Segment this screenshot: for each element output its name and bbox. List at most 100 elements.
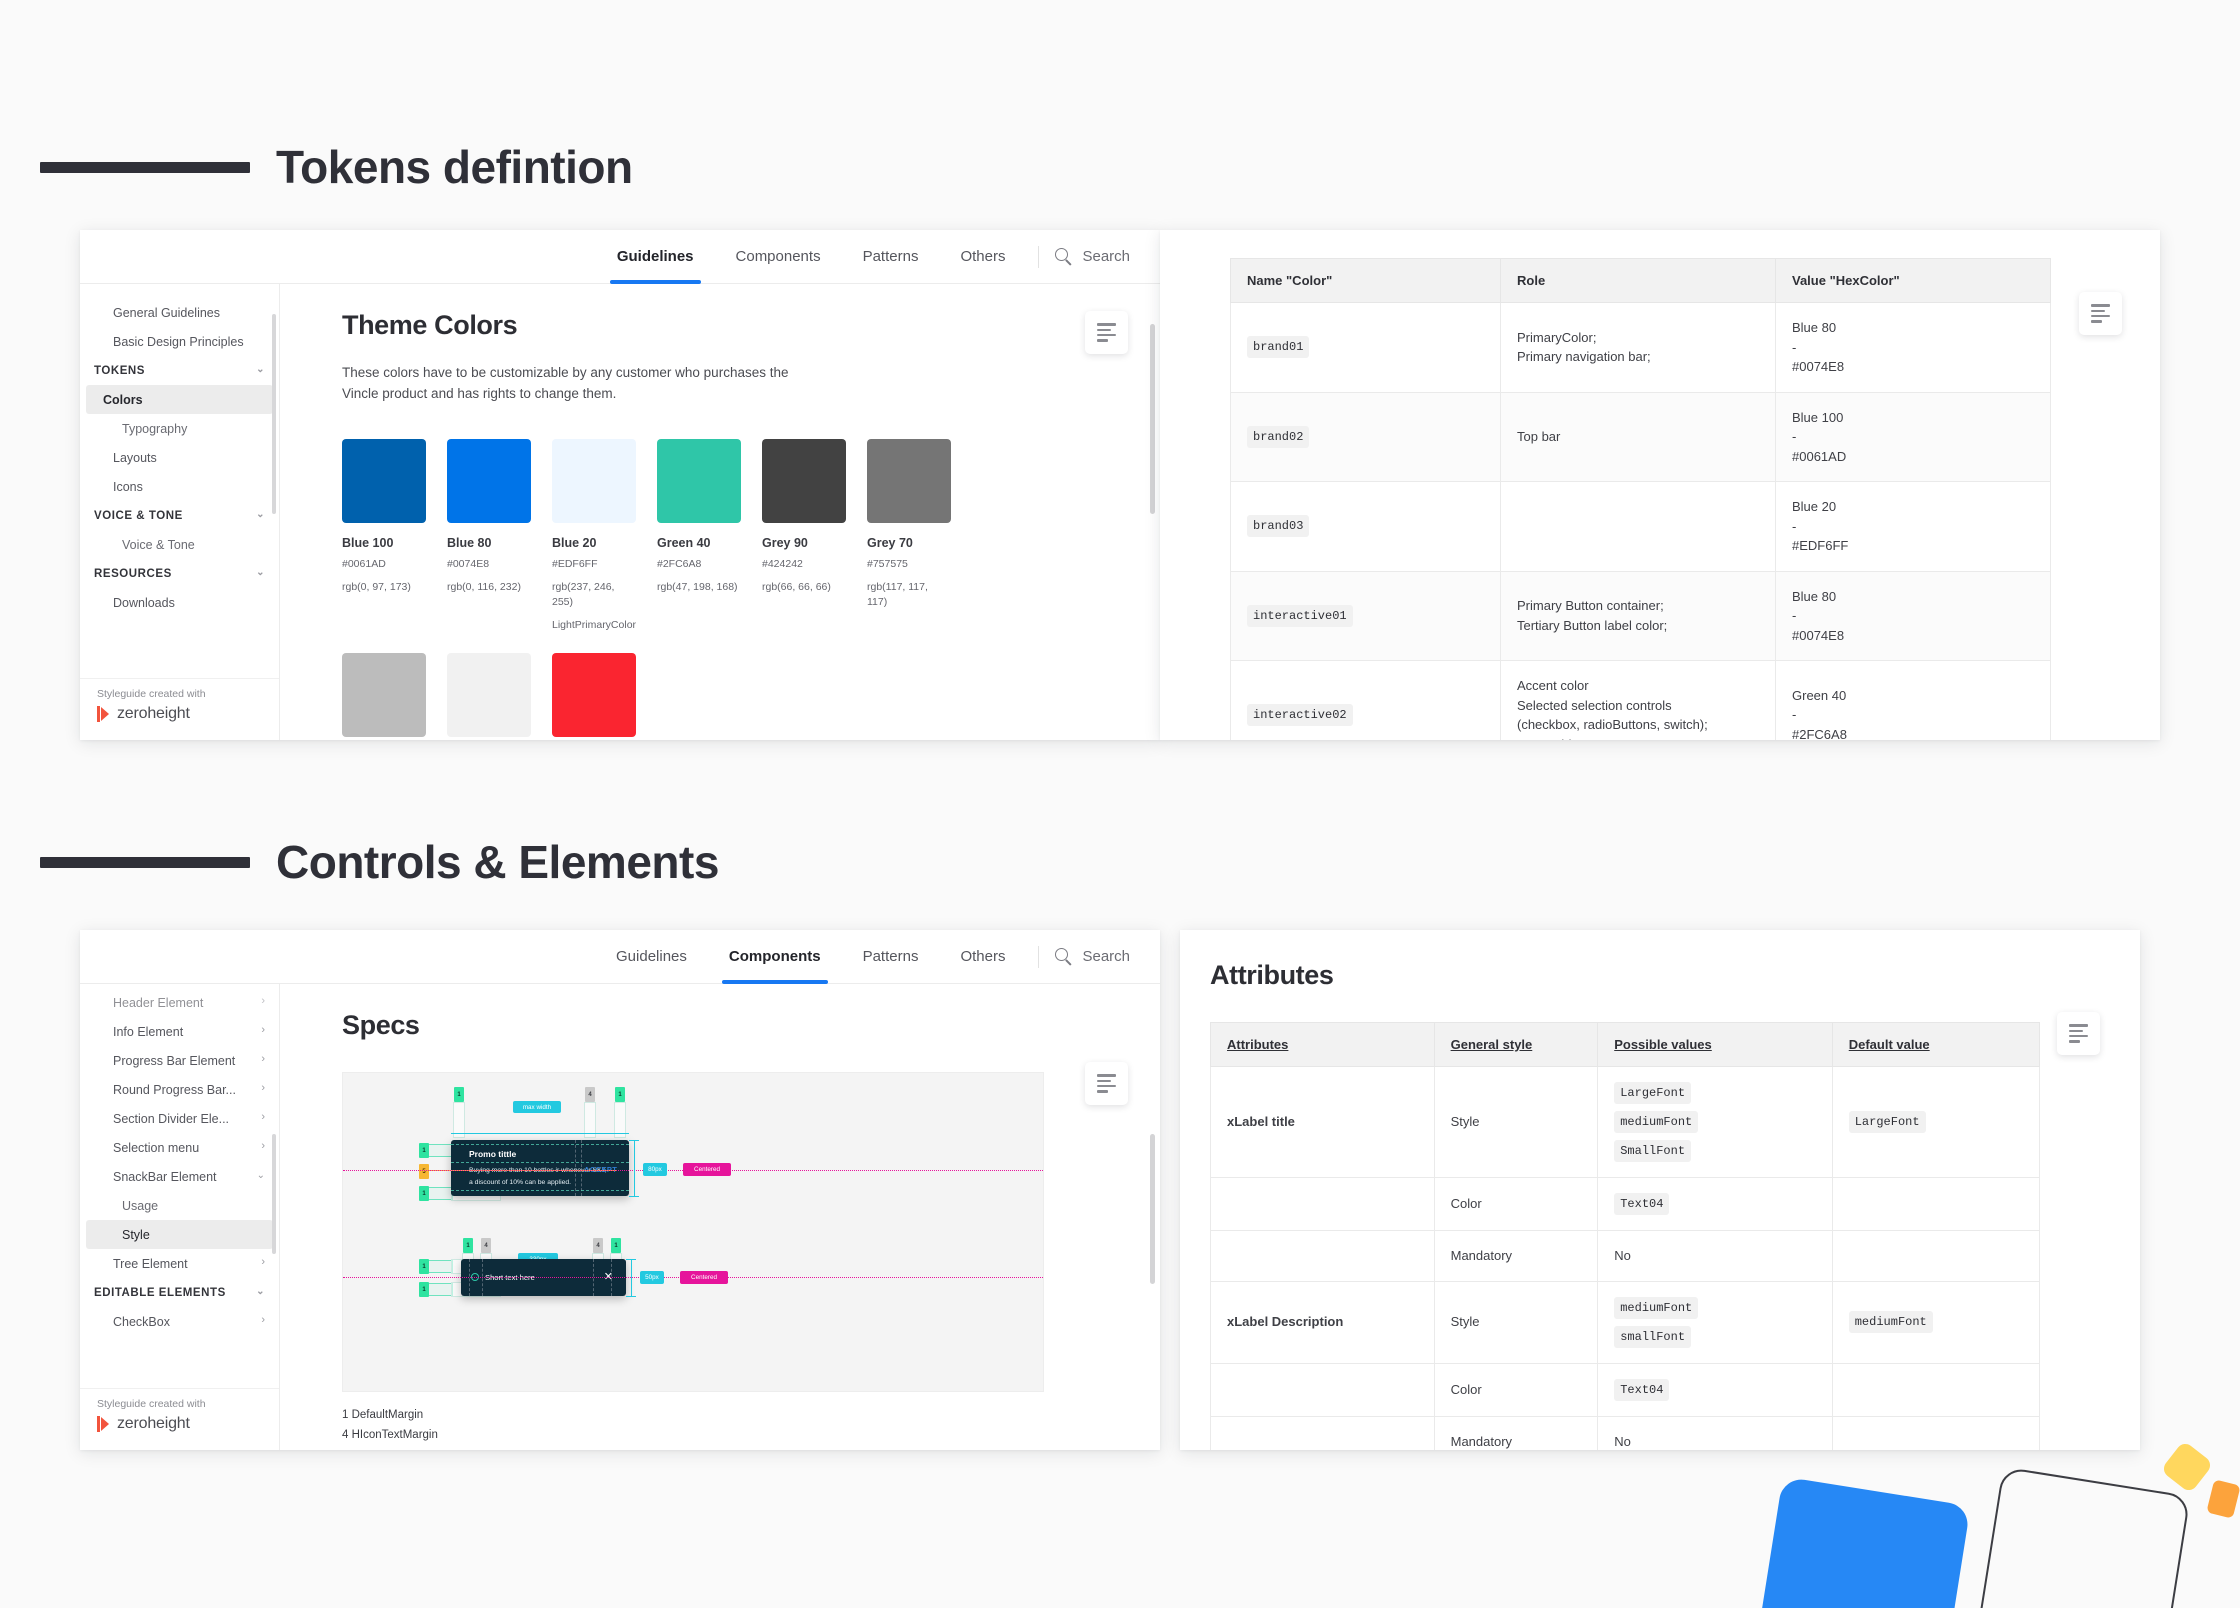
sidebar-item-colors[interactable]: Colors: [86, 385, 273, 414]
chevron-down-icon: ⌄: [256, 566, 265, 578]
sidebar-item-label: Layouts: [113, 450, 157, 465]
sidebar-scrollbar[interactable]: [272, 1134, 276, 1254]
swatch-chip-red: [552, 653, 636, 738]
sidebar-item-info-element[interactable]: Info Element ›: [80, 1017, 279, 1046]
content-title-specs: Specs: [342, 1010, 420, 1040]
sidebar-item-snackbar-element[interactable]: SnackBar Element ⌄: [80, 1162, 279, 1191]
outline-toggle-button-tokens[interactable]: [1085, 311, 1128, 354]
tab-others[interactable]: Others: [939, 230, 1026, 284]
sidebar-item-header-element[interactable]: Header Element ›: [80, 988, 279, 1017]
sidebar-item-label: Typography: [122, 421, 188, 436]
value-code: SmallFont: [1614, 1140, 1692, 1162]
value-line: Blue 80: [1792, 588, 1837, 604]
sidebar-item-general-guidelines[interactable]: General Guidelines: [80, 298, 279, 327]
sidebar-item-typography[interactable]: Typography: [80, 414, 279, 443]
swatch-alias: LightPrimaryColor: [552, 619, 637, 632]
cell-token-name: interactive01: [1230, 570, 1501, 661]
sidebar-group-voice-tone[interactable]: VOICE & TONE ⌄: [80, 501, 279, 530]
sidebar-group-resources[interactable]: RESOURCES ⌄: [80, 559, 279, 588]
chevron-down-icon: ⌄: [256, 1285, 265, 1297]
outline-toggle-button-controls[interactable]: [1085, 1062, 1128, 1105]
sidebar-item-basic-design-principles[interactable]: Basic Design Principles: [80, 327, 279, 356]
sidebar-item-downloads[interactable]: Downloads: [80, 588, 279, 617]
legend-line: 1 DefaultMargin: [342, 1409, 424, 1421]
tab-components[interactable]: Components: [715, 230, 842, 284]
th-general-style: General style: [1433, 1022, 1599, 1067]
value-code: smallFont: [1614, 1325, 1692, 1348]
th-value: Value "HexColor": [1775, 258, 2051, 303]
sidebar-item-round-progress-bar[interactable]: Round Progress Bar... ›: [80, 1075, 279, 1104]
value-code: Text04: [1614, 1378, 1670, 1401]
value-line: #EDF6FF: [1792, 538, 1849, 553]
sidebar-scrollbar[interactable]: [272, 314, 276, 514]
sidebar-item-icons[interactable]: Icons: [80, 472, 279, 501]
spec-marker-4: 4: [585, 1087, 595, 1102]
tab-others[interactable]: Others: [939, 930, 1026, 984]
zeroheight-logo: zeroheight: [97, 705, 279, 723]
chevron-down-icon: ⌄: [256, 508, 265, 520]
content-scrollbar[interactable]: [1150, 324, 1155, 514]
content-scrollbar[interactable]: [1150, 1134, 1155, 1284]
sidebar-item-usage[interactable]: Usage: [80, 1191, 279, 1220]
cell-role: PrimaryColor; Primary navigation bar;: [1500, 302, 1776, 393]
cell-attribute: [1210, 1230, 1435, 1282]
role-line: Primary Button container;: [1517, 598, 1664, 614]
sidebar-item-layouts[interactable]: Layouts: [80, 443, 279, 472]
sidebar-item-progress-bar-element[interactable]: Progress Bar Element ›: [80, 1046, 279, 1075]
spec-marker-4: 4: [481, 1238, 491, 1253]
tab-guidelines[interactable]: Guidelines: [595, 930, 708, 984]
th-default-value: Default value: [1831, 1022, 2041, 1067]
sidebar-group-tokens[interactable]: TOKENS ⌄: [80, 356, 279, 385]
outline-toggle-button-tokens-table[interactable]: [2079, 292, 2122, 335]
snackbar-desc-line2: a discount of 10% can be applied.: [469, 1179, 572, 1186]
spec-measure-line: [451, 1133, 629, 1134]
sidebar-item-checkbox[interactable]: CheckBox ›: [80, 1307, 279, 1336]
swatch-name: Grey 70: [867, 535, 913, 550]
attributes-panel: Attributes Attributes General style Poss…: [1180, 930, 2140, 1450]
content-description: These colors have to be customizable by …: [342, 365, 789, 401]
content-title-theme-colors: Theme Colors: [342, 310, 518, 340]
role-line: Accent color: [1517, 678, 1589, 693]
zeroheight-app-card-controls: Guidelines Components Patterns Others Se…: [80, 930, 1160, 1450]
sidebar-item-section-divider-element[interactable]: Section Divider Ele... ›: [80, 1104, 279, 1133]
outline-icon: [1097, 323, 1116, 342]
tab-patterns[interactable]: Patterns: [842, 230, 940, 284]
role-line: (checkbox, radioButtons, switch);: [1517, 717, 1708, 732]
cell-role: Accent color Selected selection controls…: [1500, 660, 1776, 740]
decorative-blue-shape: [1749, 1476, 1971, 1608]
cell-role: Primary Button container; Tertiary Butto…: [1500, 570, 1776, 661]
sidebar-item-style[interactable]: Style: [86, 1220, 273, 1249]
value-line: Blue 80: [1792, 320, 1837, 335]
tab-guidelines[interactable]: Guidelines: [596, 230, 715, 284]
cell-role: Top bar: [1500, 391, 1776, 482]
page-root: Tokens defintion Guidelines Components P…: [0, 0, 2240, 1608]
sidebar-item-label: Voice & Tone: [122, 537, 195, 552]
search-button-controls[interactable]: Search: [1049, 930, 1160, 984]
spec-marker-1: 1: [419, 1143, 429, 1158]
cell-attribute: [1210, 1362, 1435, 1417]
spec-measure-line: [629, 1140, 639, 1141]
th-label: Attributes: [1227, 1037, 1289, 1052]
sidebar-group-editable-elements[interactable]: EDITABLE ELEMENTS ⌄: [80, 1278, 279, 1307]
tab-patterns[interactable]: Patterns: [842, 930, 940, 984]
spec-tag-max-width: max width: [513, 1101, 561, 1113]
search-button-tokens[interactable]: Search: [1049, 230, 1160, 284]
table-header-row: Attributes General style Possible values…: [1210, 1022, 2041, 1067]
swatch-hex: #424242: [762, 557, 803, 570]
spec-measure-line: [626, 1296, 636, 1297]
sidebar-item-label: Progress Bar Element: [113, 1053, 236, 1068]
outline-toggle-button-attributes[interactable]: [2057, 1012, 2100, 1055]
value-line: -: [1792, 707, 1797, 723]
value-line: #0074E8: [1792, 627, 1845, 643]
sidebar-item-voice-tone[interactable]: Voice & Tone: [80, 530, 279, 559]
zeroheight-wordmark: zeroheight: [117, 705, 190, 722]
role-line: Top bar: [1517, 429, 1561, 444]
sidebar-item-selection-menu[interactable]: Selection menu ›: [80, 1133, 279, 1162]
cell-value: Blue 20 - #EDF6FF: [1775, 481, 2051, 572]
swatch-blue-100: Blue 100 #0061AD rgb(0, 97, 173): [342, 438, 426, 631]
main-content-controls: Specs 1 1 5 1 4 1 max width Promo tittle…: [280, 984, 1160, 1450]
sidebar-item-tree-element[interactable]: Tree Element ›: [80, 1249, 279, 1278]
cell-attribute: xLabel title: [1210, 1066, 1435, 1178]
th-attributes: Attributes: [1210, 1022, 1435, 1067]
tab-components[interactable]: Components: [708, 930, 842, 984]
